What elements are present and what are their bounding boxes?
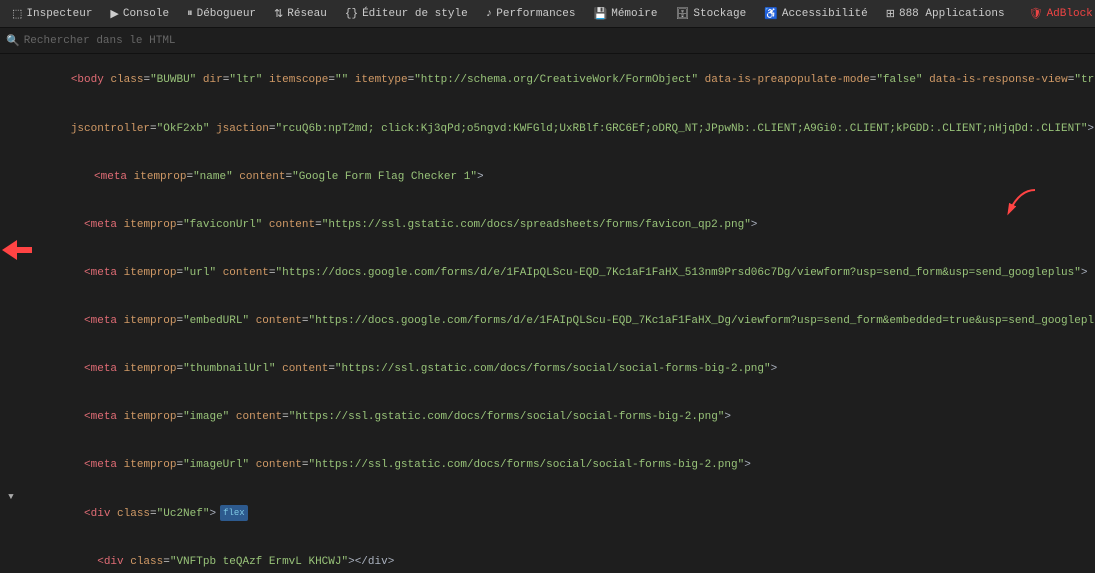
adblock-icon: 🛡	[1029, 7, 1043, 21]
console-icon: ▶	[110, 7, 118, 21]
debugger-label: Débogueur	[197, 8, 256, 20]
toolbar-item-applications[interactable]: ⊞ 888 Applications	[878, 5, 1013, 23]
toolbar-item-inspector[interactable]: ⬚ Inspecteur	[4, 5, 100, 23]
toolbar-item-accessibility[interactable]: ♿ Accessibilité	[756, 5, 876, 23]
perf-label: Performances	[496, 8, 575, 20]
adblock-label: AdBlock	[1047, 8, 1093, 20]
html-code-view[interactable]: <body class="BUWBU" dir="ltr" itemscope=…	[0, 54, 1095, 573]
toolbar-item-console[interactable]: ▶ Console	[102, 5, 177, 23]
code-line-meta-thumbnail: <meta itemprop="thumbnailUrl" content="h…	[0, 345, 1095, 393]
toolbar-item-debugger[interactable]: ⏸ Débogueur	[179, 6, 264, 22]
style-label: Éditeur de style	[362, 8, 468, 20]
inspector-icon: ⬚	[12, 7, 22, 21]
code-line-jscontroller: jscontroller="OkF2xb" jsaction="rcuQ6b:n…	[0, 104, 1095, 153]
debugger-icon: ⏸	[187, 8, 193, 20]
code-line-div-vnftpb: <div class="VNFTpb teQAzf ErmvL KHCWJ"><…	[0, 538, 1095, 573]
perf-icon: ♪	[486, 8, 493, 20]
applications-label: 888 Applications	[899, 8, 1005, 20]
code-line-meta-embed: <meta itemprop="embedURL" content="https…	[0, 297, 1095, 345]
code-line-body-open: <body class="BUWBU" dir="ltr" itemscope=…	[0, 56, 1095, 104]
memory-label: Mémoire	[611, 8, 657, 20]
search-icon: 🔍	[6, 34, 20, 48]
code-line-meta-name: <meta itemprop="name" content="Google Fo…	[0, 153, 1095, 201]
toolbar-item-memory[interactable]: 💾 Mémoire	[586, 5, 666, 23]
flex-badge: flex	[220, 505, 248, 521]
code-line-meta-url: <meta itemprop="url" content="https://do…	[0, 249, 1095, 297]
toolbar-item-network[interactable]: ⇅ Réseau	[266, 5, 335, 23]
accessibility-label: Accessibilité	[782, 8, 868, 20]
accessibility-icon: ♿	[764, 7, 778, 21]
toolbar-item-adblock[interactable]: 🛡 AdBlock	[1021, 5, 1095, 23]
search-input[interactable]	[24, 35, 1089, 47]
style-icon: {}	[345, 8, 358, 20]
code-line-meta-favicon: <meta itemprop="faviconUrl" content="htt…	[0, 201, 1095, 249]
html-search-bar: 🔍	[0, 28, 1095, 54]
expand-uc2nef[interactable]: ▼	[4, 489, 18, 505]
applications-icon: ⊞	[886, 7, 895, 21]
toolbar-item-performances[interactable]: ♪ Performances	[478, 6, 584, 22]
network-label: Réseau	[287, 8, 327, 20]
devtools-toolbar: ⬚ Inspecteur ▶ Console ⏸ Débogueur ⇅ Rés…	[0, 0, 1095, 28]
toolbar-item-storage[interactable]: 🗄 Stockage	[667, 5, 754, 23]
code-line-meta-imageurl: <meta itemprop="imageUrl" content="https…	[0, 441, 1095, 489]
inspector-label: Inspecteur	[26, 8, 92, 20]
toolbar-item-style-editor[interactable]: {} Éditeur de style	[337, 6, 476, 22]
storage-label: Stockage	[693, 8, 746, 20]
storage-icon: 🗄	[675, 7, 689, 21]
devtools-container: ⬚ Inspecteur ▶ Console ⏸ Débogueur ⇅ Rés…	[0, 0, 1095, 573]
code-line-meta-image: <meta itemprop="image" content="https://…	[0, 393, 1095, 441]
memory-icon: 💾	[594, 7, 608, 21]
console-label: Console	[123, 8, 169, 20]
network-icon: ⇅	[274, 7, 283, 21]
code-line-div-uc2nef: ▼ <div class="Uc2Nef">flex	[0, 489, 1095, 538]
